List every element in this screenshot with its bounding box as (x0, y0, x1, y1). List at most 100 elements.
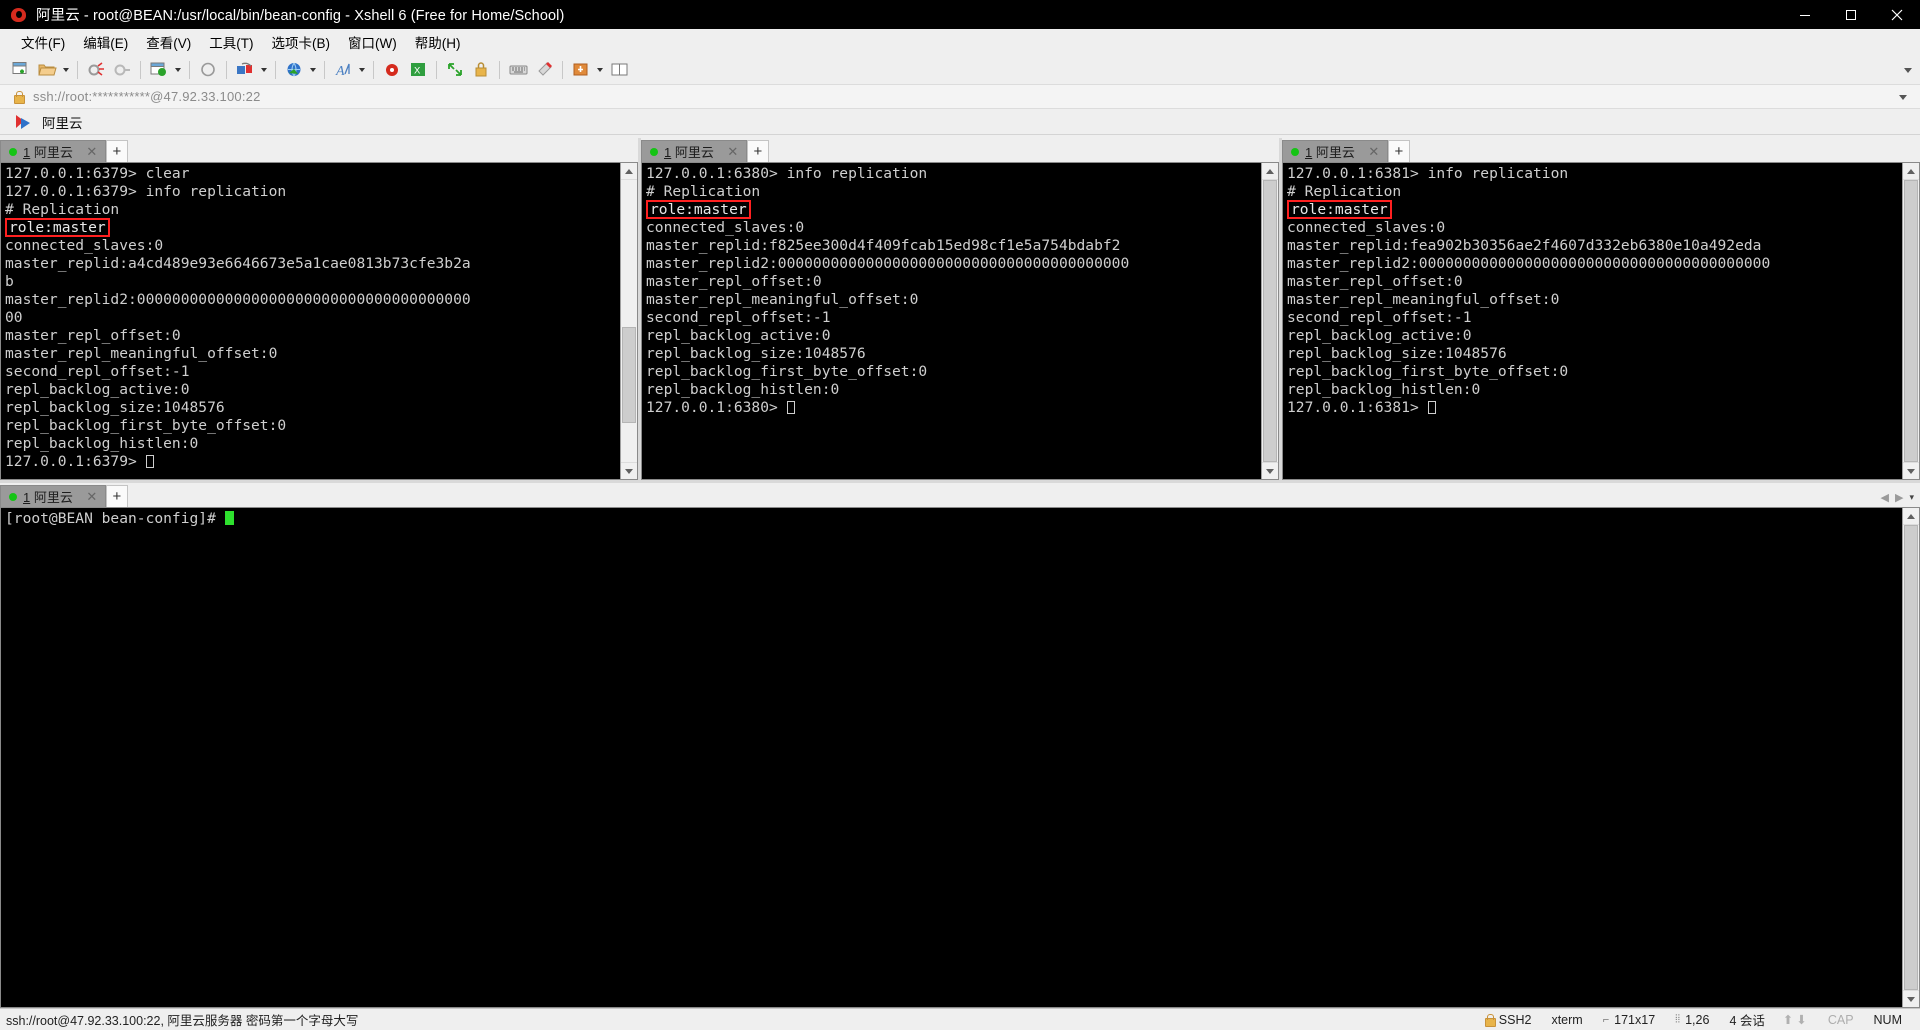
terminal-line: master_repl_meaningful_offset:0 (646, 291, 1261, 309)
tab-close-icon[interactable]: ✕ (726, 145, 740, 158)
terminal-line: repl_backlog_first_byte_offset:0 (5, 417, 620, 435)
scroll-thumb[interactable] (622, 327, 636, 423)
session-manager-icon[interactable] (146, 58, 172, 82)
scroll-down-icon[interactable] (1262, 462, 1278, 479)
toolbar-divider (373, 61, 374, 79)
session-manager-dropdown[interactable] (172, 58, 184, 82)
scroll-thumb[interactable] (1904, 525, 1918, 990)
transfer-dropdown[interactable] (258, 58, 270, 82)
toolbar-overflow-icon[interactable] (1900, 55, 1916, 85)
scroll-down-icon[interactable] (1903, 990, 1919, 1007)
tab-close-icon[interactable]: ✕ (1367, 145, 1381, 158)
menu-file[interactable]: 文件(F) (12, 29, 74, 55)
terminal-body-pane-3: 127.0.0.1:6381> info replication# Replic… (1282, 162, 1920, 480)
tabstrip-pane-2: 1 阿里云 ✕ + (641, 138, 1279, 162)
toolbar-divider (189, 61, 190, 79)
scrollbar-pane-1[interactable] (620, 163, 637, 479)
scrollbar-bottom[interactable] (1902, 508, 1919, 1007)
keyboard-icon[interactable] (505, 58, 531, 82)
tab-label: 1 阿里云 (664, 142, 714, 161)
tab-pane-3-session-1[interactable]: 1 阿里云 ✕ (1282, 140, 1388, 162)
layout-icon[interactable] (606, 58, 632, 82)
tab-status-dot (650, 148, 658, 156)
title-bar: 阿里云 - root@BEAN:/usr/local/bin/bean-conf… (0, 0, 1920, 29)
address-dropdown-icon[interactable] (1896, 85, 1910, 109)
highlight-icon[interactable] (531, 58, 557, 82)
properties-dropdown[interactable] (594, 58, 606, 82)
scroll-up-icon[interactable] (1903, 163, 1919, 180)
new-session-icon[interactable] (8, 58, 34, 82)
terminal-output-bottom[interactable]: [root@BEAN bean-config]# (1, 508, 1902, 1007)
terminal-line: master_replid:f825ee300d4f409fcab15ed98c… (646, 237, 1261, 255)
close-button[interactable] (1874, 0, 1920, 29)
tab-prev-icon[interactable]: ◀ (1881, 491, 1889, 504)
scrollbar-pane-2[interactable] (1261, 163, 1278, 479)
terminal-line: role:master (5, 219, 620, 237)
scroll-up-icon[interactable] (1262, 163, 1278, 180)
scroll-thumb[interactable] (1263, 180, 1277, 462)
menu-tools[interactable]: 工具(T) (200, 29, 262, 55)
clear-screen-icon[interactable] (195, 58, 221, 82)
terminal-pane-3: 1 阿里云 ✕ + 127.0.0.1:6381> info replicati… (1282, 138, 1920, 480)
address-bar[interactable]: ssh://root:***********@47.92.33.100:22 (0, 85, 1920, 109)
maximize-button[interactable] (1828, 0, 1874, 29)
minimize-button[interactable] (1782, 0, 1828, 29)
scroll-down-icon[interactable] (1903, 462, 1919, 479)
tab-bottom-session-1[interactable]: 1 阿里云 ✕ (0, 485, 106, 507)
scroll-track[interactable] (1903, 525, 1919, 990)
menu-help[interactable]: 帮助(H) (406, 29, 470, 55)
lock-icon[interactable] (468, 58, 494, 82)
menu-window[interactable]: 窗口(W) (339, 29, 406, 55)
scroll-track[interactable] (621, 180, 637, 462)
terminal-line: role:master (1287, 201, 1902, 219)
terminal-line: 127.0.0.1:6381> info replication (1287, 165, 1902, 183)
tab-close-icon[interactable]: ✕ (85, 490, 99, 503)
properties-icon[interactable] (568, 58, 594, 82)
scroll-track[interactable] (1262, 180, 1278, 462)
terminal-line: role:master (646, 201, 1261, 219)
tab-list-dropdown-icon[interactable]: ▾ (1909, 492, 1914, 503)
new-tab-button-pane-1[interactable]: + (106, 140, 128, 162)
scrollbar-pane-3[interactable] (1902, 163, 1919, 479)
terminal-pane-2: 1 阿里云 ✕ + 127.0.0.1:6380> info replicati… (641, 138, 1282, 480)
web-transfer-dropdown[interactable] (307, 58, 319, 82)
tab-close-icon[interactable]: ✕ (85, 145, 99, 158)
scroll-thumb[interactable] (1904, 180, 1918, 462)
scroll-up-icon[interactable] (1903, 508, 1919, 525)
font-icon[interactable]: A (330, 58, 356, 82)
tab-next-icon[interactable]: ▶ (1895, 491, 1903, 504)
new-tab-button-pane-2[interactable]: + (747, 140, 769, 162)
terminal-cursor (1428, 401, 1436, 414)
terminal-output-pane-2[interactable]: 127.0.0.1:6380> info replication# Replic… (642, 163, 1261, 479)
open-folder-icon[interactable] (34, 58, 60, 82)
menu-edit[interactable]: 编辑(E) (74, 29, 137, 55)
scroll-down-icon[interactable] (621, 462, 637, 479)
transfer-icon[interactable] (232, 58, 258, 82)
disconnect-icon[interactable] (83, 58, 109, 82)
menu-view[interactable]: 查看(V) (137, 29, 200, 55)
menu-tabs[interactable]: 选项卡(B) (263, 29, 340, 55)
terminal-line: second_repl_offset:-1 (1287, 309, 1902, 327)
svg-text:X: X (414, 66, 421, 77)
terminal-line: # Replication (1287, 183, 1902, 201)
open-folder-dropdown[interactable] (60, 58, 72, 82)
tab-pane-1-session-1[interactable]: 1 阿里云 ✕ (0, 140, 106, 162)
terminal-output-pane-1[interactable]: 127.0.0.1:6379> clear127.0.0.1:6379> inf… (1, 163, 620, 479)
new-tab-button-bottom[interactable]: + (106, 485, 128, 507)
scroll-up-icon[interactable] (621, 163, 637, 180)
tab-pane-2-session-1[interactable]: 1 阿里云 ✕ (641, 140, 747, 162)
tab-index: 1 (23, 490, 30, 505)
log-icon[interactable]: X (405, 58, 431, 82)
web-transfer-icon[interactable] (281, 58, 307, 82)
reconnect-icon[interactable] (109, 58, 135, 82)
new-tab-button-pane-3[interactable]: + (1388, 140, 1410, 162)
terminal-output-pane-3[interactable]: 127.0.0.1:6381> info replication# Replic… (1283, 163, 1902, 479)
session-bar-label: 阿里云 (42, 112, 83, 132)
toolbar-divider (275, 61, 276, 79)
record-icon[interactable] (379, 58, 405, 82)
toolbar-divider (77, 61, 78, 79)
font-dropdown[interactable] (356, 58, 368, 82)
tab-name: 阿里云 (34, 490, 73, 505)
fullscreen-icon[interactable] (442, 58, 468, 82)
scroll-track[interactable] (1903, 180, 1919, 462)
